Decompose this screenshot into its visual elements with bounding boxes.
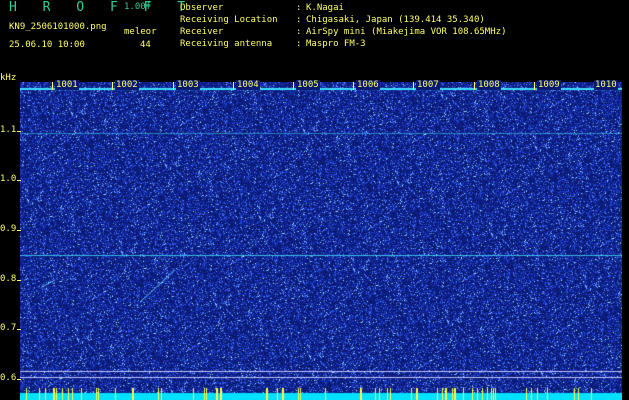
y-tick-label: 1.0 <box>0 174 17 184</box>
info-sep: : <box>296 27 302 37</box>
y-tick-mark <box>17 230 21 231</box>
y-tick-label: 0.8 <box>0 274 17 284</box>
x-tick-mark <box>173 82 174 90</box>
info-label-observer: Observer <box>180 3 224 13</box>
y-tick-mark <box>17 131 21 132</box>
x-tick-mark <box>233 82 234 90</box>
x-tick-label: 1001 <box>55 80 79 90</box>
y-tick-mark <box>17 329 21 330</box>
detection-mode: meleor <box>124 27 157 37</box>
header-panel: H R O F F T 1.00f KN9_2506101000.png 25.… <box>0 0 629 80</box>
info-label-receiver: Receiver <box>180 27 224 37</box>
waterfall-canvas <box>20 82 622 400</box>
info-label-location: Receiving Location <box>180 15 278 25</box>
x-tick-label: 1005 <box>296 80 320 90</box>
info-sep: : <box>296 15 302 25</box>
app-version: 1.00f <box>124 2 152 12</box>
x-tick-mark <box>534 82 535 90</box>
info-value-receiver: AirSpy mini (Miakejima VOR 108.65MHz) <box>306 27 507 37</box>
y-tick-label: 0.7 <box>0 323 17 333</box>
x-tick-label: 1003 <box>176 80 200 90</box>
info-value-antenna: Maspro FM-3 <box>306 39 366 49</box>
y-tick-label: 0.9 <box>0 224 17 234</box>
y-tick-mark <box>17 379 21 380</box>
info-sep: : <box>296 3 302 13</box>
y-tick-label: 0.6 <box>0 373 17 383</box>
y-tick-mark <box>17 280 21 281</box>
capture-timestamp: 25.06.10 10:00 <box>9 40 85 50</box>
x-tick-mark <box>52 82 53 90</box>
x-tick-label: 1006 <box>356 80 380 90</box>
detection-count: 44 <box>140 40 151 50</box>
x-tick-mark <box>112 82 113 90</box>
x-tick-mark <box>293 82 294 90</box>
info-label-antenna: Receiving antenna <box>180 39 273 49</box>
x-tick-label: 1004 <box>236 80 260 90</box>
x-tick-label: 1008 <box>477 80 501 90</box>
info-sep: : <box>296 39 302 49</box>
x-tick-mark <box>353 82 354 90</box>
app-brand: H R O F F T <box>9 0 195 15</box>
info-value-observer: K.Nagai <box>306 3 344 13</box>
x-tick-label: 1009 <box>537 80 561 90</box>
x-tick-mark <box>474 82 475 90</box>
image-filename: KN9_2506101000.png <box>9 22 107 32</box>
y-tick-label: 1.1 <box>0 125 17 135</box>
y-axis-unit: kHz <box>0 73 17 83</box>
x-tick-label: 1007 <box>416 80 440 90</box>
info-value-location: Chigasaki, Japan (139.414 35.340) <box>306 15 485 25</box>
x-tick-label: 1010 <box>594 80 618 90</box>
x-tick-label: 1002 <box>115 80 139 90</box>
y-tick-mark <box>17 180 21 181</box>
spectrogram-plot <box>20 82 622 400</box>
x-tick-mark <box>413 82 414 90</box>
